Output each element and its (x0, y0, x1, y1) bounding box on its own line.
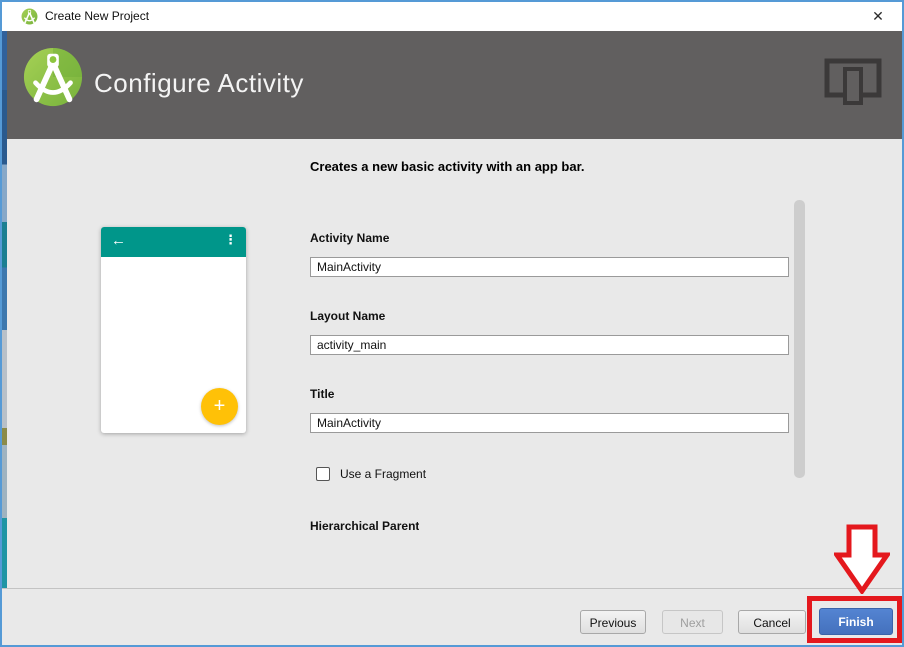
activity-name-input[interactable] (310, 257, 789, 277)
title-label: Title (310, 387, 335, 401)
close-button[interactable]: ✕ (858, 2, 898, 30)
checkbox-icon[interactable] (316, 467, 330, 481)
device-form-factor-icon (824, 58, 882, 105)
wizard-content: Creates a new basic activity with an app… (2, 139, 902, 588)
create-new-project-dialog: Create New Project ✕ Configure Activity (0, 0, 904, 647)
window-title: Create New Project (45, 9, 150, 23)
activity-preview-card: ← ⋮ + (101, 227, 246, 433)
android-studio-logo-icon (23, 47, 83, 107)
page-title: Configure Activity (94, 68, 304, 98)
finish-button[interactable]: Finish (819, 608, 893, 635)
overflow-menu-icon: ⋮ (224, 232, 237, 247)
wizard-header: Configure Activity (2, 31, 902, 139)
vertical-scrollbar[interactable] (794, 200, 805, 478)
hierarchical-parent-label-wrap: Hierarchical Parent (310, 517, 419, 530)
layout-name-label: Layout Name (310, 309, 386, 323)
hierarchical-parent-label: Hierarchical Parent (310, 519, 420, 530)
activity-name-label: Activity Name (310, 231, 390, 245)
android-studio-icon (21, 8, 38, 25)
title-bar: Create New Project ✕ (2, 2, 902, 31)
back-arrow-icon: ← (111, 232, 126, 249)
desktop-bleed-strip (2, 31, 7, 588)
layout-name-input[interactable] (310, 335, 789, 355)
next-button[interactable]: Next (662, 610, 723, 634)
wizard-footer: Previous Next Cancel Finish (2, 589, 902, 645)
plus-icon: + (213, 394, 226, 417)
title-input[interactable] (310, 413, 789, 433)
activity-description: Creates a new basic activity with an app… (310, 159, 585, 174)
use-fragment-checkbox[interactable]: Use a Fragment (316, 467, 426, 481)
previous-button[interactable]: Previous (580, 610, 646, 634)
cancel-button[interactable]: Cancel (738, 610, 806, 634)
preview-app-bar: ← ⋮ (101, 227, 246, 257)
use-fragment-label: Use a Fragment (340, 467, 427, 481)
fab-preview: + (201, 388, 238, 425)
close-icon: ✕ (872, 8, 884, 24)
